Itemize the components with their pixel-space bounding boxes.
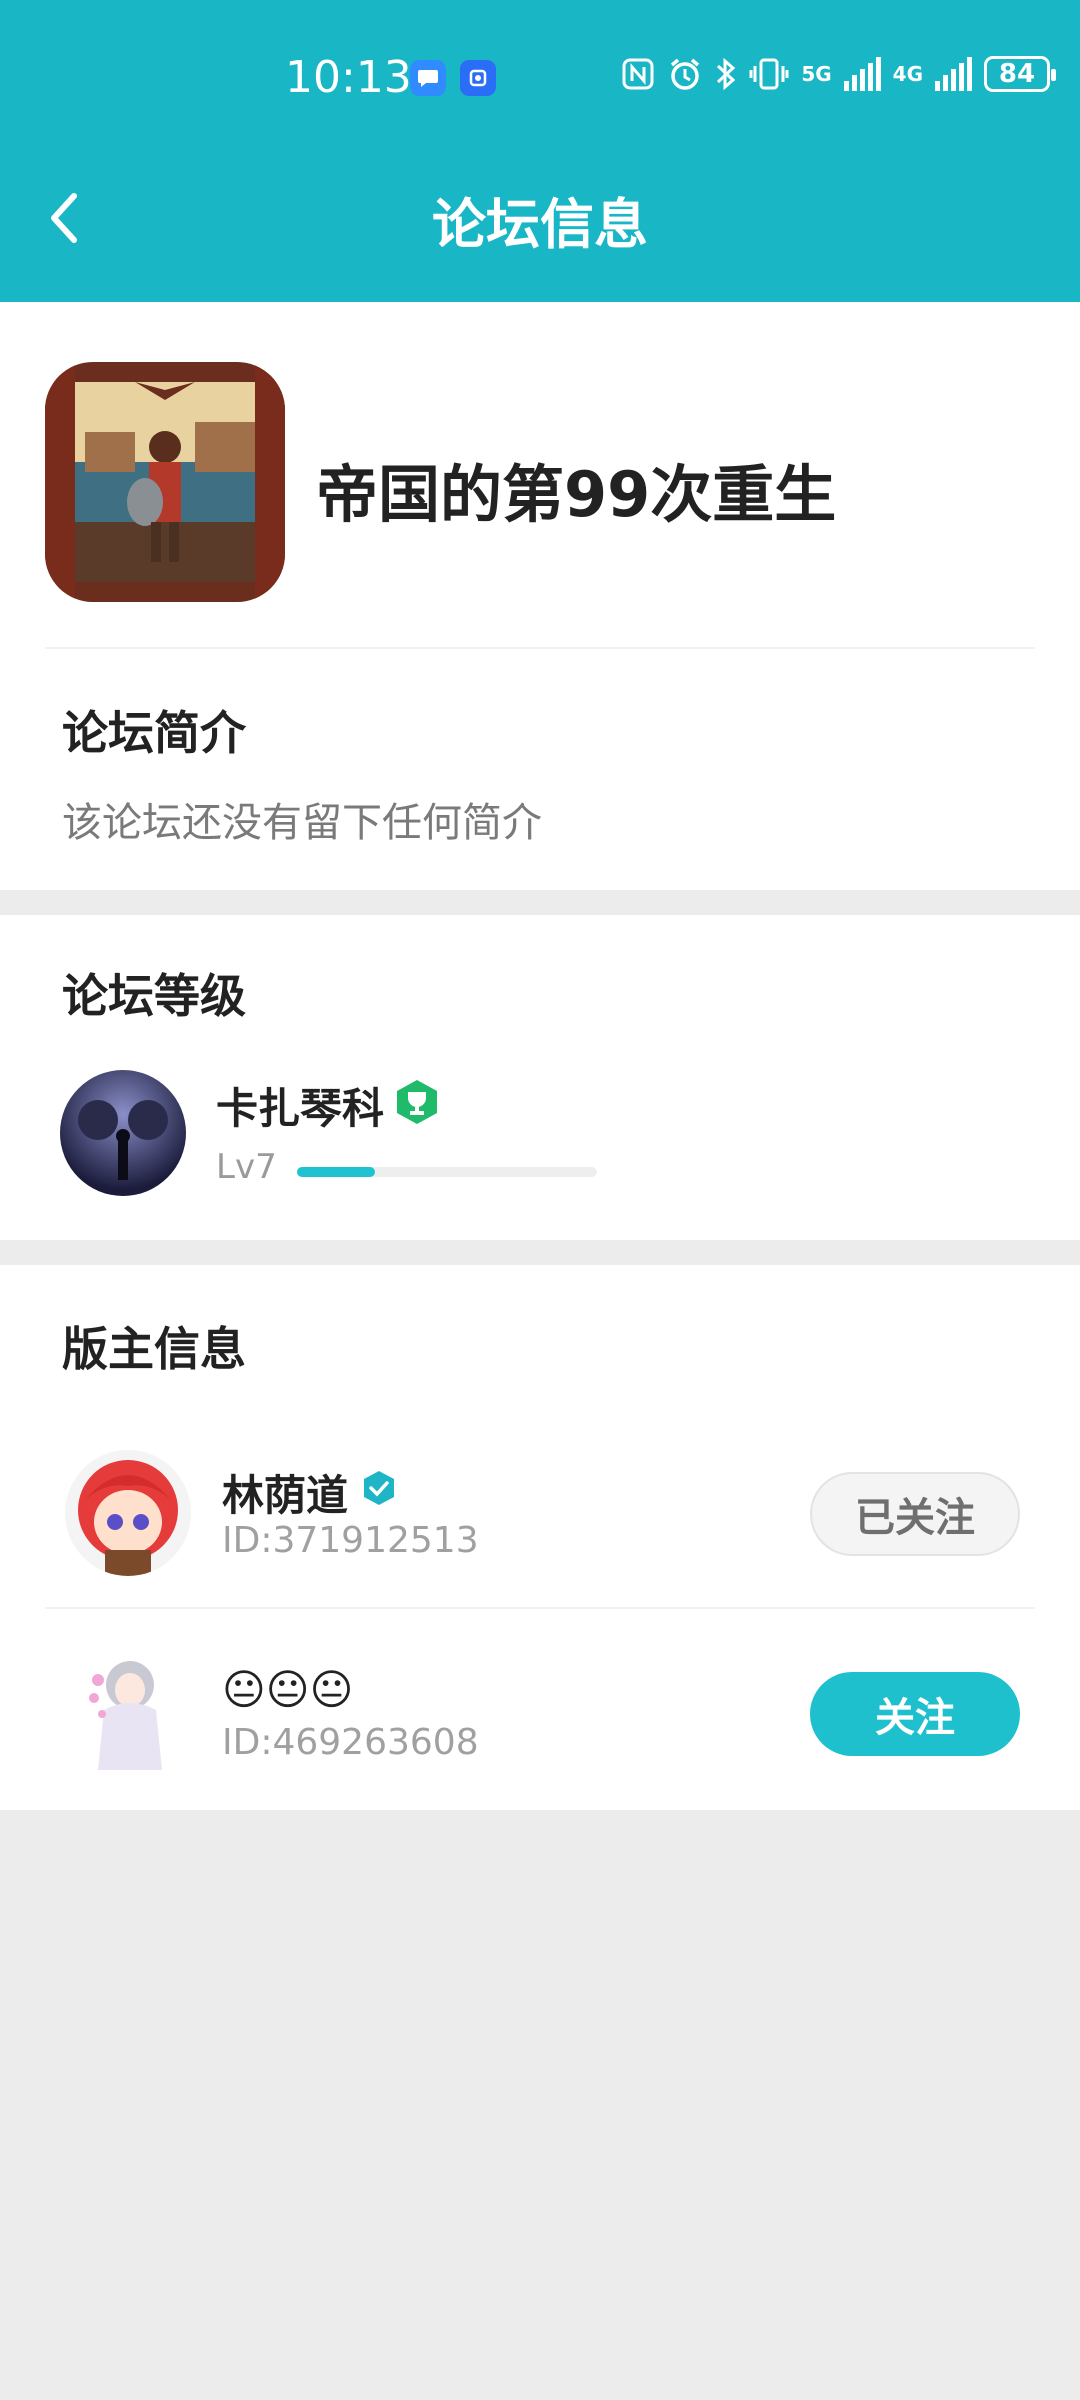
battery-level: 84 [998,59,1036,89]
avatar[interactable] [80,1650,180,1780]
moderator-id: ID:469263608 [222,1722,479,1763]
battery-icon: 84 [984,56,1056,92]
vibrate-icon [749,58,789,90]
level-label: Lv7 [216,1147,277,1187]
level-progress-fill [297,1167,375,1177]
follow-button[interactable]: 关注 [810,1672,1020,1756]
top-bar: 10:13 5G 4G 84 论坛信息 [0,0,1080,302]
nfc-icon [622,58,654,90]
bluetooth-icon [717,57,736,91]
moderator-name[interactable]: 😐😐😐 [222,1665,353,1714]
avatar[interactable] [65,1450,191,1576]
network-5g-label: 5G [801,62,832,86]
message-icon [410,60,446,96]
intro-text: 该论坛还没有留下任何简介 [62,800,542,846]
alarm-icon [671,58,700,90]
moderator-id: ID:371912513 [222,1520,479,1561]
forum-name: 帝国的第99次重生 [316,458,837,531]
level-user-name[interactable]: 卡扎琴科 [216,1075,384,1136]
divider [45,647,1035,649]
divider [45,1607,1035,1609]
status-time: 10:13 [285,52,412,103]
forum-icon-image [45,362,285,602]
unfollow-button[interactable]: 已关注 [810,1472,1020,1556]
verified-badge-icon [364,1471,394,1505]
avatar[interactable] [60,1070,186,1196]
moderators-section-title: 版主信息 [62,1322,246,1376]
moderator-name[interactable]: 林荫道 [222,1462,348,1523]
moderators-card: 版主信息 林荫道 ID:371912513 已关注 😐😐😐 ID:4692636… [0,1265,1080,1810]
page-title: 论坛信息 [432,193,648,256]
level-section-title: 论坛等级 [62,969,246,1023]
forum-info-card: 帝国的第99次重生 论坛简介 该论坛还没有留下任何简介 [0,302,1080,890]
intro-title: 论坛简介 [62,706,246,760]
forum-level-card: 论坛等级 卡扎琴科 Lv7 [0,915,1080,1240]
signal-4g-icon [935,57,972,91]
network-4g-label: 4G [892,62,923,86]
trophy-badge-icon [397,1080,437,1124]
level-progress-bar [297,1167,597,1177]
signal-5g-icon [843,57,881,91]
app-notification-icon [460,60,496,96]
status-icons: 5G 4G 84 [621,56,1056,92]
